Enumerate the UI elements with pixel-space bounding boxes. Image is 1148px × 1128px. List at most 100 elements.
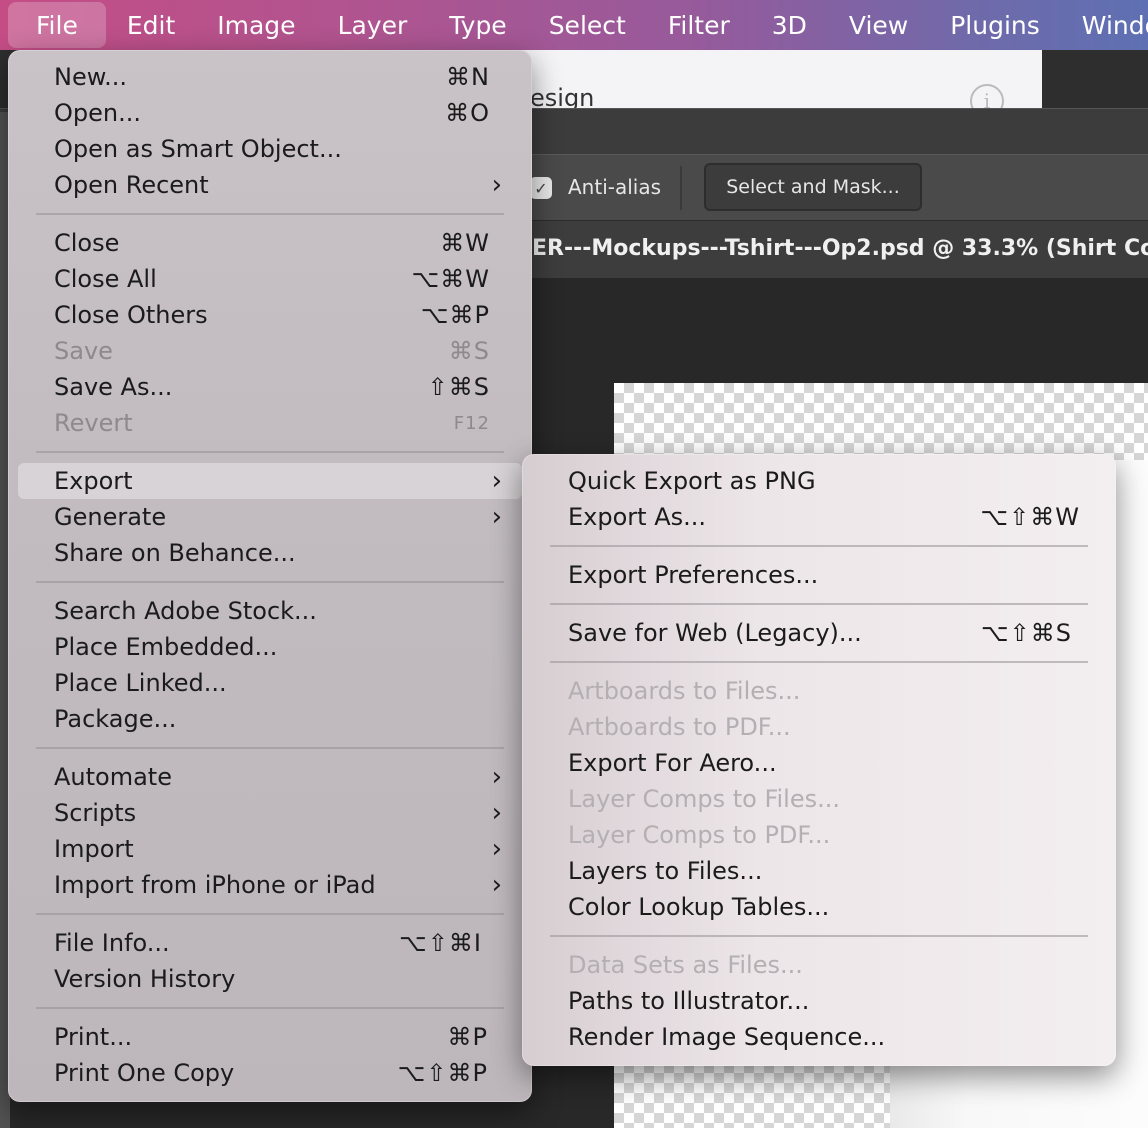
menu-item-shortcut: ⌥⇧⌘I <box>399 929 482 957</box>
menu-item-label: Share on Behance... <box>54 539 296 567</box>
menu-item-shortcut: ⌥⇧⌘P <box>397 1059 488 1087</box>
menu-3d[interactable]: 3D <box>751 2 828 48</box>
menu-item-label: Place Linked... <box>54 669 227 697</box>
menu-item-save: Save ⌘S <box>18 333 522 369</box>
menu-item-label: Import from iPhone or iPad <box>54 871 376 899</box>
menu-item-shortcut: ⌘W <box>440 229 490 257</box>
menu-bar: File Edit Image Layer Type Select Filter… <box>0 0 1148 50</box>
menu-item-export[interactable]: Export › <box>18 463 522 499</box>
background-dialog: esign i <box>470 50 1042 118</box>
chevron-right-icon: › <box>491 798 502 828</box>
menu-item-label: Revert <box>54 409 133 437</box>
menu-type[interactable]: Type <box>428 2 527 48</box>
menu-item-place-embedded[interactable]: Place Embedded... <box>18 629 522 665</box>
menu-item-label: Save for Web (Legacy)... <box>568 619 862 647</box>
menu-item-automate[interactable]: Automate › <box>18 759 522 795</box>
menu-item-shortcut: F12 <box>453 412 490 434</box>
menu-image[interactable]: Image <box>196 2 316 48</box>
menu-item-export-preferences[interactable]: Export Preferences... <box>532 557 1106 593</box>
menu-item-label: Place Embedded... <box>54 633 278 661</box>
menu-item-label: Close Others <box>54 301 208 329</box>
menu-item-label: Print One Copy <box>54 1059 235 1087</box>
menu-plugins[interactable]: Plugins <box>929 2 1061 48</box>
menu-item-layer-comps-to-pdf: Layer Comps to PDF... <box>532 817 1106 853</box>
select-and-mask-button[interactable]: Select and Mask... <box>704 163 922 211</box>
menu-item-label: Layer Comps to Files... <box>568 785 841 813</box>
menu-item-label: New... <box>54 63 128 91</box>
menu-item-generate[interactable]: Generate › <box>18 499 522 535</box>
menu-edit[interactable]: Edit <box>106 2 196 48</box>
menu-filter[interactable]: Filter <box>647 2 751 48</box>
chevron-right-icon: › <box>491 834 502 864</box>
menu-item-new[interactable]: New... ⌘N <box>18 59 522 95</box>
menu-item-open-recent[interactable]: Open Recent › <box>18 167 522 203</box>
menu-item-close-others[interactable]: Close Others ⌥⌘P <box>18 297 522 333</box>
menu-window[interactable]: Window <box>1061 2 1148 48</box>
menu-item-label: Layer Comps to PDF... <box>568 821 831 849</box>
menu-item-label: Close <box>54 229 120 257</box>
menu-item-paths-to-illustrator[interactable]: Paths to Illustrator... <box>532 983 1106 1019</box>
menu-divider <box>550 603 1088 605</box>
menu-divider <box>36 747 504 749</box>
menu-item-print[interactable]: Print... ⌘P <box>18 1019 522 1055</box>
menu-item-label: Save As... <box>54 373 173 401</box>
menu-item-shortcut: ⌥⇧⌘S <box>981 619 1072 647</box>
menu-item-quick-export-png[interactable]: Quick Export as PNG <box>532 463 1106 499</box>
menu-divider <box>36 913 504 915</box>
menu-item-shortcut: ⌥⌘P <box>420 301 490 329</box>
menu-item-label: Search Adobe Stock... <box>54 597 317 625</box>
menu-item-place-linked[interactable]: Place Linked... <box>18 665 522 701</box>
menu-item-save-for-web[interactable]: Save for Web (Legacy)... ⌥⇧⌘S <box>532 615 1106 651</box>
menu-item-label: Quick Export as PNG <box>568 467 816 495</box>
menu-item-open[interactable]: Open... ⌘O <box>18 95 522 131</box>
menu-item-layer-comps-to-files: Layer Comps to Files... <box>532 781 1106 817</box>
menu-item-close-all[interactable]: Close All ⌥⌘W <box>18 261 522 297</box>
menu-item-close[interactable]: Close ⌘W <box>18 225 522 261</box>
menu-item-share-behance[interactable]: Share on Behance... <box>18 535 522 571</box>
menu-item-label: Open... <box>54 99 141 127</box>
menu-select[interactable]: Select <box>528 2 647 48</box>
document-tab[interactable]: ER---Mockups---Tshirt---Op2.psd @ 33.3% … <box>532 236 1148 261</box>
chevron-right-icon: › <box>491 870 502 900</box>
menu-item-shortcut: ⇧⌘S <box>427 373 490 401</box>
menu-item-shortcut: ⌥⌘W <box>411 265 490 293</box>
menu-item-render-image-sequence[interactable]: Render Image Sequence... <box>532 1019 1106 1055</box>
menu-item-search-adobe-stock[interactable]: Search Adobe Stock... <box>18 593 522 629</box>
menu-item-shortcut: ⌥⇧⌘W <box>980 503 1080 531</box>
chevron-right-icon: › <box>491 170 502 200</box>
menu-item-export-as[interactable]: Export As... ⌥⇧⌘W <box>532 499 1106 535</box>
menu-layer[interactable]: Layer <box>317 2 429 48</box>
menu-item-print-one-copy[interactable]: Print One Copy ⌥⇧⌘P <box>18 1055 522 1091</box>
menu-item-label: Artboards to PDF... <box>568 713 791 741</box>
menu-item-layers-to-files[interactable]: Layers to Files... <box>532 853 1106 889</box>
menu-item-shortcut: ⌘P <box>447 1023 488 1051</box>
menu-file[interactable]: File <box>8 2 106 48</box>
menu-item-data-sets-as-files: Data Sets as Files... <box>532 947 1106 983</box>
menu-item-label: Import <box>54 835 134 863</box>
menu-item-shortcut: ⌘S <box>448 337 490 365</box>
menu-item-label: Open as Smart Object... <box>54 135 342 163</box>
menu-item-save-as[interactable]: Save As... ⇧⌘S <box>18 369 522 405</box>
anti-alias-label: Anti-alias <box>568 175 662 199</box>
menu-item-label: Open Recent <box>54 171 209 199</box>
menu-item-import[interactable]: Import › <box>18 831 522 867</box>
menu-item-artboards-to-files: Artboards to Files... <box>532 673 1106 709</box>
menu-view[interactable]: View <box>828 2 929 48</box>
menu-item-label: Layers to Files... <box>568 857 763 885</box>
menu-divider <box>36 1007 504 1009</box>
menu-item-open-smart-object[interactable]: Open as Smart Object... <box>18 131 522 167</box>
menu-item-import-iphone[interactable]: Import from iPhone or iPad › <box>18 867 522 903</box>
menu-item-label: Export Preferences... <box>568 561 819 589</box>
menu-item-file-info[interactable]: File Info... ⌥⇧⌘I <box>18 925 522 961</box>
menu-item-version-history[interactable]: Version History <box>18 961 522 997</box>
menu-item-label: Print... <box>54 1023 133 1051</box>
menu-item-scripts[interactable]: Scripts › <box>18 795 522 831</box>
menu-item-export-for-aero[interactable]: Export For Aero... <box>532 745 1106 781</box>
anti-alias-checkbox[interactable]: ✓ <box>530 177 552 199</box>
chevron-right-icon: › <box>491 466 502 496</box>
menu-divider <box>550 661 1088 663</box>
menu-item-artboards-to-pdf: Artboards to PDF... <box>532 709 1106 745</box>
menu-item-color-lookup-tables[interactable]: Color Lookup Tables... <box>532 889 1106 925</box>
menu-item-label: Scripts <box>54 799 137 827</box>
menu-item-package[interactable]: Package... <box>18 701 522 737</box>
